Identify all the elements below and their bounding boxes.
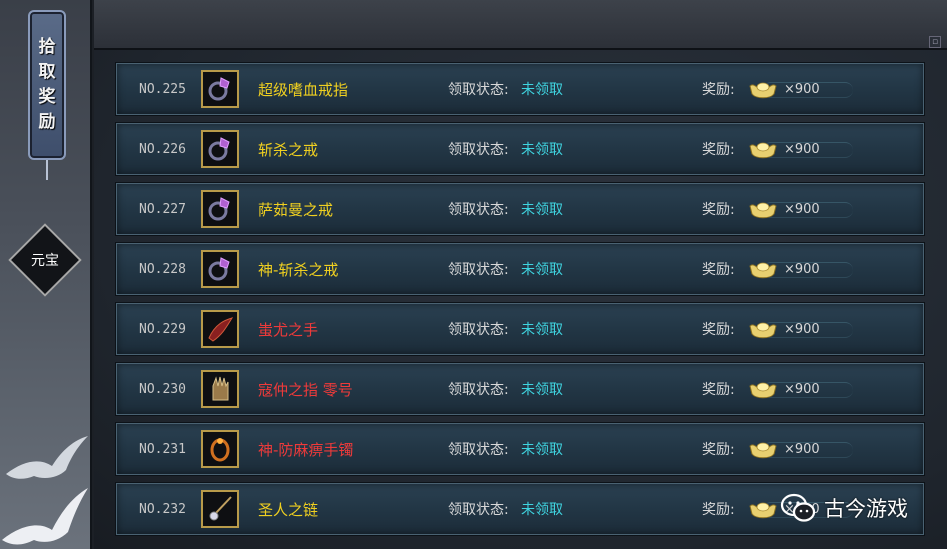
wechat-icon [780, 493, 816, 522]
bracelet-icon [210, 438, 230, 462]
claim-status-value: 未领取 [521, 382, 563, 398]
claim-status-value: 未领取 [521, 202, 563, 218]
yuanbao-tab[interactable]: 元宝 [8, 223, 82, 297]
reward-row[interactable]: NO.226 斩杀之戒 领取状态: 未领取 奖励: ×900 [116, 123, 924, 175]
claim-status-value: 未领取 [521, 322, 563, 338]
ring-icon [208, 257, 230, 281]
gold-ingot-icon [749, 202, 777, 219]
reward-row[interactable]: NO.229 蚩尤之手 领取状态: 未领取 奖励: ×900 [116, 303, 924, 355]
reward-label: 奖励: [702, 262, 735, 278]
gold-ingot-icon [749, 322, 777, 339]
reward-quantity: ×900 [784, 442, 820, 457]
yuanbao-tab-label: 元宝 [31, 253, 59, 269]
reward-number: NO.232 [139, 502, 186, 517]
claim-status-label: 领取状态: [448, 322, 509, 338]
reward-quantity: ×900 [784, 262, 820, 277]
reward-label: 奖励: [702, 502, 735, 518]
pickup-reward-banner[interactable]: 拾 取 奖 励 [28, 10, 66, 180]
item-slot[interactable] [201, 70, 239, 108]
claim-status-value: 未领取 [521, 142, 563, 158]
reward-number: NO.228 [139, 262, 186, 277]
claim-status-label: 领取状态: [448, 262, 509, 278]
watermark-text: 古今游戏 [824, 497, 908, 521]
necklace-icon [209, 496, 232, 521]
claw-icon [208, 317, 234, 342]
item-name: 超级嗜血戒指 [258, 81, 349, 99]
reward-row[interactable]: NO.231 神-防麻痹手镯 领取状态: 未领取 奖励: ×900 [116, 423, 924, 475]
reward-number: NO.231 [139, 442, 186, 457]
reward-number: NO.225 [139, 82, 186, 97]
item-name: 蚩尤之手 [258, 321, 319, 339]
banner-char: 取 [38, 62, 56, 82]
reward-number: NO.229 [139, 322, 186, 337]
gold-ingot-icon [749, 82, 777, 99]
item-slot[interactable] [201, 490, 239, 528]
claim-status-label: 领取状态: [448, 82, 509, 98]
watermark: 古今游戏 [780, 490, 908, 526]
reward-quantity: ×900 [784, 382, 820, 397]
item-slot[interactable] [201, 370, 239, 408]
item-name: 萨茹曼之戒 [258, 201, 334, 219]
item-name: 斩杀之戒 [258, 141, 319, 159]
claim-status-label: 领取状态: [448, 382, 509, 398]
reward-quantity: ×900 [784, 82, 820, 97]
ring-icon [208, 137, 230, 161]
reward-row[interactable]: NO.230 寇仲之指 零号 领取状态: 未领取 奖励: ×900 [116, 363, 924, 415]
gold-ingot-icon [749, 382, 777, 399]
gold-ingot-icon [749, 262, 777, 279]
item-slot[interactable] [201, 130, 239, 168]
reward-number: NO.227 [139, 202, 186, 217]
item-slot[interactable] [201, 310, 239, 348]
banner-char: 励 [38, 112, 56, 132]
item-name: 神-斩杀之戒 [258, 261, 339, 279]
item-slot[interactable] [201, 250, 239, 288]
item-name: 寇仲之指 零号 [258, 381, 353, 399]
reward-label: 奖励: [702, 322, 735, 338]
claim-status-value: 未领取 [521, 502, 563, 518]
banner-char: 奖 [38, 87, 56, 107]
reward-quantity: ×900 [784, 202, 820, 217]
reward-label: 奖励: [702, 202, 735, 218]
ring-icon [208, 197, 230, 221]
reward-quantity: ×900 [784, 322, 820, 337]
item-slot[interactable] [201, 190, 239, 228]
panel-header [94, 0, 947, 50]
claim-status-value: 未领取 [521, 82, 563, 98]
reward-label: 奖励: [702, 442, 735, 458]
item-slot[interactable] [201, 430, 239, 468]
panel-corner-button[interactable]: ▫ [929, 36, 941, 48]
claim-status-label: 领取状态: [448, 202, 509, 218]
reward-number: NO.230 [139, 382, 186, 397]
claim-status-label: 领取状态: [448, 142, 509, 158]
claim-status-value: 未领取 [521, 262, 563, 278]
reward-label: 奖励: [702, 82, 735, 98]
claim-status-label: 领取状态: [448, 502, 509, 518]
claim-status-value: 未领取 [521, 442, 563, 458]
bird-icon [2, 488, 88, 545]
gold-ingot-icon [749, 142, 777, 159]
banner-char: 拾 [38, 37, 56, 57]
reward-row[interactable]: NO.227 萨茹曼之戒 领取状态: 未领取 奖励: ×900 [116, 183, 924, 235]
claim-status-label: 领取状态: [448, 442, 509, 458]
reward-label: 奖励: [702, 142, 735, 158]
item-name: 神-防麻痹手镯 [258, 441, 354, 459]
left-sidebar: 拾 取 奖 励 元宝 [0, 0, 92, 549]
gold-ingot-icon [749, 502, 777, 519]
reward-quantity: ×900 [784, 142, 820, 157]
ring-icon [208, 77, 230, 101]
reward-number: NO.226 [139, 142, 186, 157]
item-name: 圣人之链 [258, 501, 319, 519]
gold-ingot-icon [749, 442, 777, 459]
reward-row[interactable]: NO.228 神-斩杀之戒 领取状态: 未领取 奖励: ×900 [116, 243, 924, 295]
reward-list: NO.225 超级嗜血戒指 领取状态: 未领取 奖励: ×900 NO.226 … [116, 63, 924, 543]
reward-label: 奖励: [702, 382, 735, 398]
gauntlet-icon [212, 376, 229, 401]
reward-row[interactable]: NO.225 超级嗜血戒指 领取状态: 未领取 奖励: ×900 [116, 63, 924, 115]
